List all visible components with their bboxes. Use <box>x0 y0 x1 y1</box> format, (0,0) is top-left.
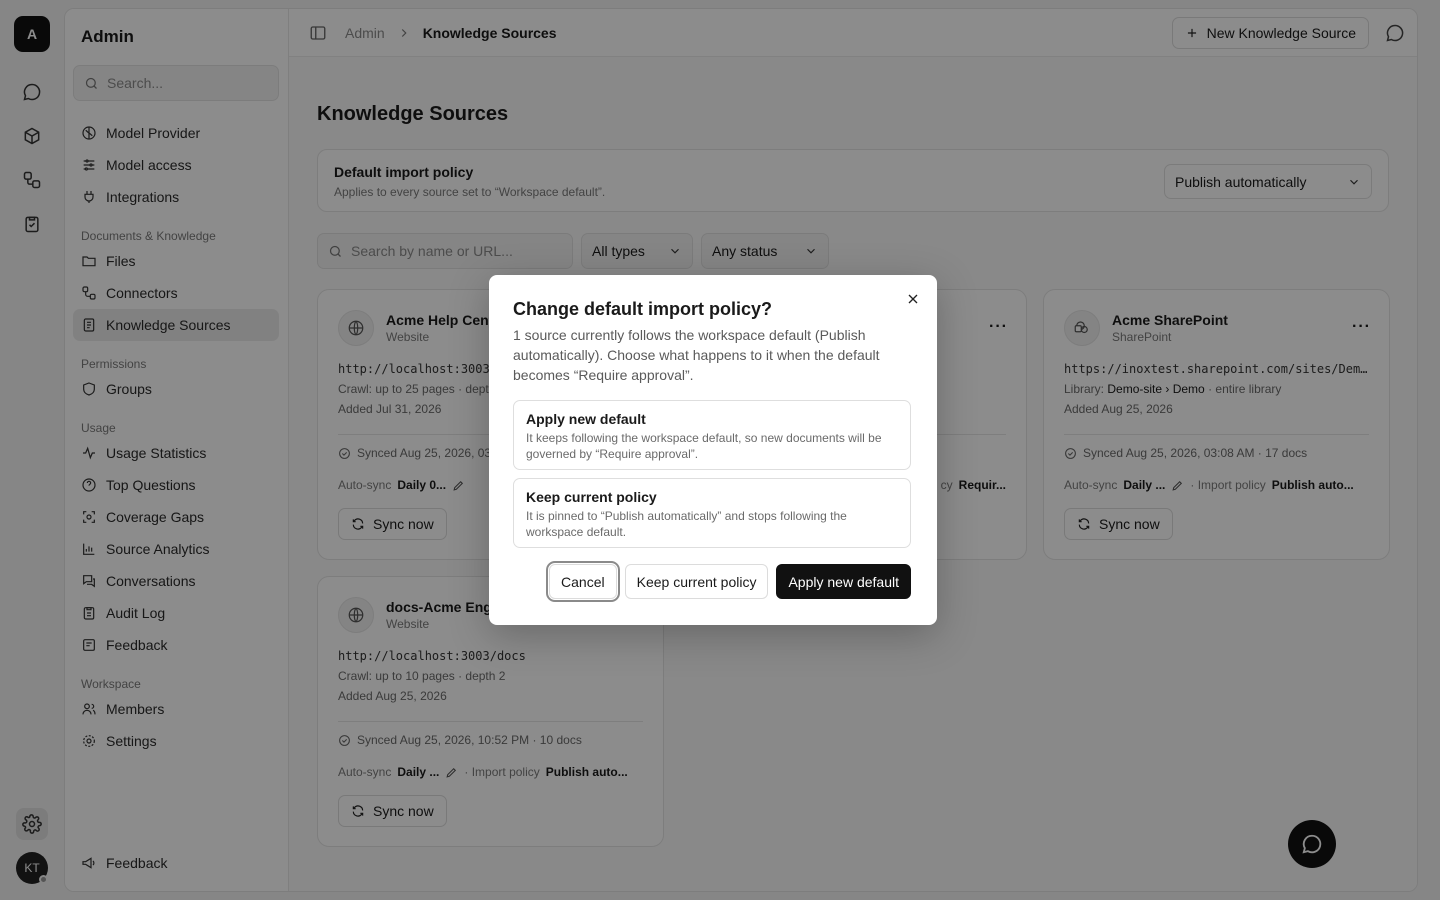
apply-new-default-button[interactable]: Apply new default <box>776 564 911 599</box>
option-description: It is pinned to “Publish automatically” … <box>526 509 847 539</box>
option-description: It keeps following the workspace default… <box>526 431 882 461</box>
option-keep-current-policy[interactable]: Keep current policy It is pinned to “Pub… <box>513 478 911 548</box>
close-icon[interactable] <box>905 291 921 307</box>
dialog-description: 1 source currently follows the workspace… <box>513 327 880 383</box>
change-policy-dialog: Change default import policy? 1 source c… <box>489 275 937 625</box>
keep-current-policy-button[interactable]: Keep current policy <box>624 564 769 599</box>
dialog-title: Change default import policy? <box>513 299 773 319</box>
option-apply-new-default[interactable]: Apply new default It keeps following the… <box>513 400 911 470</box>
dialog-actions: Cancel Keep current policy Apply new def… <box>546 561 911 602</box>
option-title: Keep current policy <box>526 489 657 505</box>
cancel-button[interactable]: Cancel <box>546 561 620 602</box>
option-title: Apply new default <box>526 411 646 427</box>
